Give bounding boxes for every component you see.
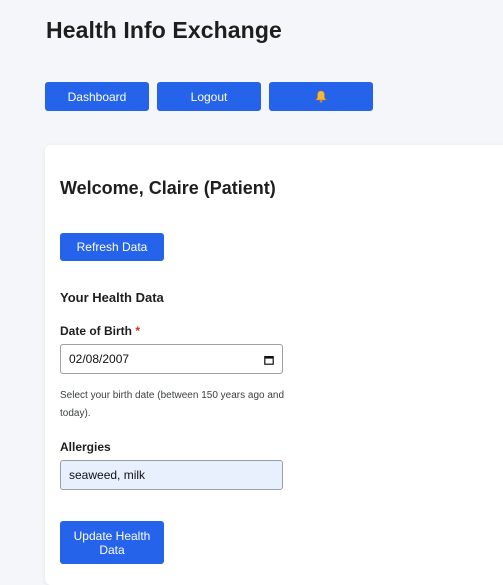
date-of-birth-input[interactable]: 02/08/2007 <box>60 344 283 374</box>
refresh-data-button[interactable]: Refresh Data <box>60 233 164 261</box>
required-mark: * <box>135 324 141 338</box>
dob-value: 02/08/2007 <box>69 352 130 366</box>
dob-label-text: Date of Birth <box>60 324 132 338</box>
app-title: Health Info Exchange <box>46 17 282 43</box>
welcome-heading: Welcome, Claire (Patient) <box>60 178 276 198</box>
main-card: Welcome, Claire (Patient) Refresh Data Y… <box>45 145 503 585</box>
section-title: Your Health Data <box>60 290 164 305</box>
top-nav: Dashboard Logout <box>45 82 373 111</box>
dob-label: Date of Birth * <box>60 324 140 338</box>
allergies-input[interactable]: seaweed, milk <box>60 460 283 490</box>
logout-button[interactable]: Logout <box>157 82 261 111</box>
notifications-button[interactable] <box>269 82 373 111</box>
dashboard-button[interactable]: Dashboard <box>45 82 149 111</box>
dob-hint: Select your birth date (between 150 year… <box>60 390 285 419</box>
update-health-data-button[interactable]: Update Health Data <box>60 521 164 564</box>
allergies-label: Allergies <box>60 440 111 454</box>
calendar-icon[interactable] <box>264 354 274 365</box>
bell-icon <box>315 90 327 103</box>
